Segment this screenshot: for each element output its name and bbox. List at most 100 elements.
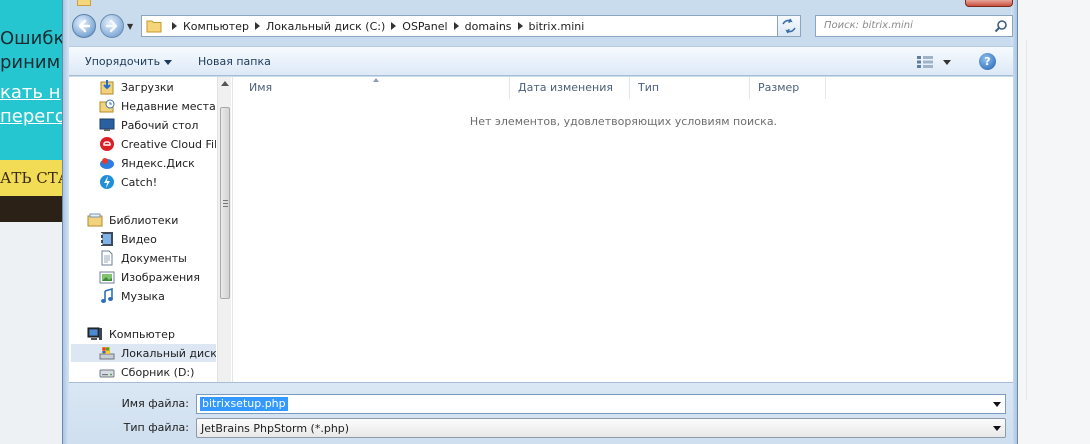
- nav-item-downloads[interactable]: Загрузки: [99, 78, 174, 96]
- catch-icon: [100, 175, 114, 189]
- chevron-down-icon[interactable]: ▼: [127, 22, 133, 31]
- close-button[interactable]: [965, 0, 1013, 7]
- computer-icon: [87, 327, 102, 340]
- title-bar[interactable]: [69, 0, 1013, 10]
- nav-item-video[interactable]: Видео: [99, 230, 157, 248]
- new-folder-button[interactable]: Новая папка: [198, 55, 271, 68]
- help-icon[interactable]: ?: [979, 53, 996, 70]
- nav-item-music[interactable]: Музыка: [99, 287, 165, 305]
- filetype-value: JetBrains PhpStorm (*.php): [201, 422, 350, 435]
- creative-cloud-icon: [100, 137, 114, 151]
- nav-scrollbar[interactable]: [217, 77, 231, 382]
- breadcrumb-item[interactable]: bitrix.mini: [512, 20, 584, 33]
- breadcrumb-item[interactable]: domains: [448, 20, 512, 33]
- nav-item-label: Creative Cloud File: [121, 137, 216, 151]
- filename-label: Имя файла:: [121, 397, 189, 410]
- breadcrumb-item[interactable]: Локальный диск (C:): [249, 20, 385, 33]
- nav-item-label: Библиотеки: [109, 213, 179, 227]
- recent-places-icon: [99, 99, 115, 113]
- downloads-icon: [100, 80, 114, 95]
- documents-icon: [101, 250, 113, 266]
- chevron-down-icon: [164, 59, 173, 65]
- local-disk-icon: [99, 347, 115, 360]
- nav-item-documents[interactable]: Документы: [99, 249, 187, 267]
- search-icon[interactable]: [994, 19, 1008, 33]
- nav-item-label: Недавние места: [121, 99, 216, 113]
- scrollbar-thumb[interactable]: [220, 107, 230, 299]
- background-text: риним: [0, 52, 61, 73]
- folder-icon: [146, 20, 162, 33]
- libraries-icon: [87, 213, 103, 227]
- address-bar[interactable]: Компьютер Локальный диск (C:) OSPanel do…: [141, 15, 801, 37]
- nav-item-drive-d[interactable]: Сборник (D:): [99, 363, 194, 381]
- music-icon: [101, 288, 113, 303]
- file-options-panel: Имя файла: bitrixsetup.php Тип файла: Je…: [69, 382, 1013, 444]
- folder-icon: [77, 0, 91, 6]
- chevron-down-icon[interactable]: [993, 426, 1001, 431]
- nav-group-libraries[interactable]: Библиотеки: [87, 211, 178, 229]
- background-image: [0, 196, 62, 222]
- nav-item-desktop[interactable]: Рабочий стол: [99, 116, 198, 134]
- dialog-body: Загрузки Недавние места Рабочий стол Cre…: [69, 77, 1013, 382]
- background-banner: Ошибк риним кать н перего АТЬ СТА: [0, 0, 62, 222]
- drive-icon: [99, 369, 115, 378]
- nav-item-label: Музыка: [121, 289, 165, 303]
- empty-list-message: Нет элементов, удовлетворяющих условиям …: [469, 115, 778, 128]
- chevron-down-icon[interactable]: [943, 60, 951, 65]
- organize-button[interactable]: Упорядочить: [85, 55, 173, 68]
- search-placeholder: Поиск: bitrix.mini: [824, 20, 913, 31]
- save-file-dialog: ▼ Компьютер Локальный диск (C:) OSPanel …: [62, 0, 1018, 444]
- chevron-down-icon[interactable]: [993, 402, 1001, 407]
- filename-value: bitrixsetup.php: [200, 397, 288, 411]
- breadcrumb-item[interactable]: OSPanel: [385, 20, 448, 33]
- navigation-bar: ▼ Компьютер Локальный диск (C:) OSPanel …: [69, 12, 1013, 42]
- nav-item-catch[interactable]: Catch!: [99, 173, 157, 191]
- scroll-up-icon[interactable]: [221, 81, 229, 86]
- column-header-size[interactable]: Размер: [750, 77, 826, 99]
- command-bar: Упорядочить Новая папка ?: [69, 46, 1013, 76]
- nav-item-label: Рабочий стол: [121, 118, 199, 132]
- nav-item-label: Локальный диск (: [121, 346, 216, 360]
- column-header-date[interactable]: Дата изменения: [510, 77, 630, 99]
- nav-item-pictures[interactable]: Изображения: [99, 268, 200, 286]
- nav-item-label: Загрузки: [121, 80, 174, 94]
- desktop-icon: [99, 118, 115, 131]
- nav-group-computer[interactable]: Компьютер: [87, 325, 175, 343]
- arrow-right-icon: [105, 19, 118, 33]
- nav-item-label: Catch!: [121, 175, 158, 189]
- column-header-type[interactable]: Тип: [630, 77, 750, 99]
- nav-item-creative-cloud[interactable]: Creative Cloud File: [99, 135, 216, 153]
- nav-item-recent-places[interactable]: Недавние места: [99, 97, 216, 115]
- background-link[interactable]: перего: [0, 106, 62, 127]
- background-button[interactable]: АТЬ СТА: [0, 160, 62, 196]
- nav-item-label: Изображения: [121, 270, 200, 284]
- pictures-icon: [99, 271, 115, 284]
- background-button-label: АТЬ СТА: [0, 169, 62, 187]
- nav-item-label: Сборник (D:): [121, 365, 195, 379]
- background-sidebar: [1018, 0, 1090, 444]
- view-options-icon[interactable]: [917, 56, 933, 68]
- file-list[interactable]: Имя Дата изменения Тип Размер Нет элемен…: [232, 77, 1013, 382]
- yandex-disk-icon: [100, 158, 114, 169]
- back-button[interactable]: [72, 14, 96, 38]
- nav-item-label: Компьютер: [109, 327, 175, 341]
- filetype-label: Тип файла:: [123, 421, 189, 434]
- background-text: Ошибк: [0, 28, 62, 49]
- breadcrumb: Компьютер Локальный диск (C:) OSPanel do…: [166, 16, 584, 36]
- search-input[interactable]: Поиск: bitrix.mini: [815, 15, 1013, 37]
- breadcrumb-item[interactable]: Компьютер: [166, 20, 249, 33]
- nav-item-yandex-disk[interactable]: Яндекс.Диск: [99, 154, 195, 172]
- refresh-button[interactable]: [777, 15, 801, 37]
- forward-button[interactable]: [100, 14, 124, 38]
- filetype-select[interactable]: JetBrains PhpStorm (*.php): [196, 418, 1006, 438]
- column-header-row: Имя Дата изменения Тип Размер: [233, 77, 1014, 99]
- refresh-icon: [782, 18, 796, 34]
- navigation-pane: Загрузки Недавние места Рабочий стол Cre…: [69, 77, 216, 382]
- background-link[interactable]: кать н: [0, 82, 61, 103]
- arrow-left-icon: [78, 19, 91, 33]
- nav-item-label: Видео: [121, 232, 157, 246]
- nav-item-label: Документы: [121, 251, 187, 265]
- column-header-name[interactable]: Имя: [241, 77, 510, 99]
- nav-item-local-disk[interactable]: Локальный диск (: [71, 344, 216, 362]
- filename-input[interactable]: bitrixsetup.php: [196, 394, 1006, 414]
